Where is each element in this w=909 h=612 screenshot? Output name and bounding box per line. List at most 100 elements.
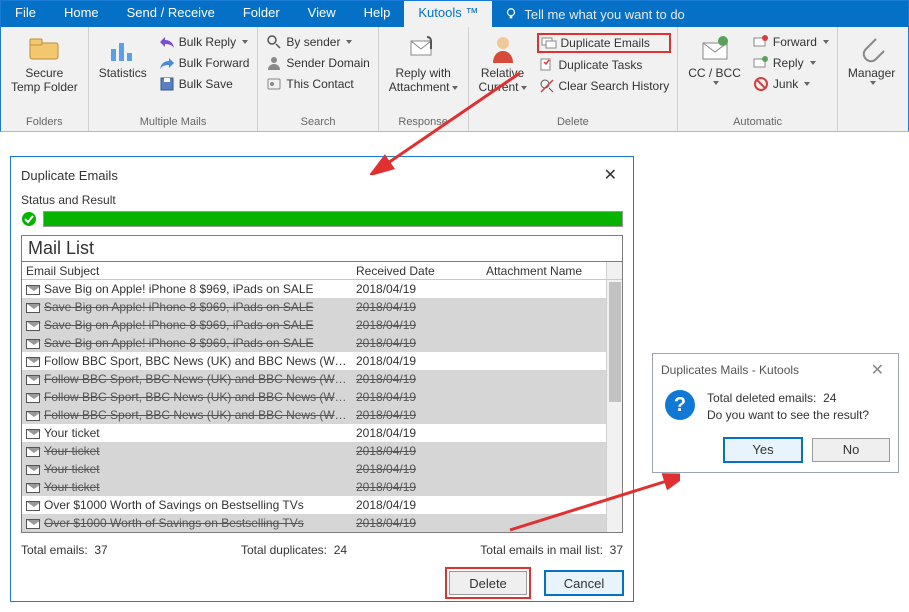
cancel-button[interactable]: Cancel [545,571,623,595]
dialog-titlebar: Duplicate Emails ✕ [21,163,623,187]
tab-help[interactable]: Help [350,1,405,27]
msgbox-title: Duplicates Mails - Kutools [661,363,799,377]
tab-kutools[interactable]: Kutools ™ [404,1,492,27]
table-row[interactable]: Your ticket2018/04/19 [22,424,622,442]
envelope-icon [26,501,40,511]
no-button[interactable]: No [812,438,890,462]
row-subject: Over $1000 Worth of Savings on Bestselli… [44,516,304,530]
close-icon[interactable]: ✕ [865,360,890,380]
envelope-icon [26,519,40,529]
envelope-icon [26,411,40,421]
reply-attachment-icon [407,33,439,65]
close-icon[interactable]: ✕ [598,165,623,185]
by-sender-button[interactable]: By sender [264,33,371,51]
table-row[interactable]: Follow BBC Sport, BBC News (UK) and BBC … [22,370,622,388]
table-row[interactable]: Your ticket2018/04/19 [22,442,622,460]
table-row[interactable]: Follow BBC Sport, BBC News (UK) and BBC … [22,388,622,406]
envelope-icon [26,303,40,313]
envelope-icon [26,429,40,439]
auto-forward-button[interactable]: Forward [751,33,831,51]
group-multiple-mails: Statistics Bulk Reply Bulk Forward Bulk … [89,27,259,131]
tab-send-receive[interactable]: Send / Receive [113,1,229,27]
row-date: 2018/04/19 [352,318,482,332]
grid-body[interactable]: Save Big on Apple! iPhone 8 $969, iPads … [22,280,622,532]
row-subject: Save Big on Apple! iPhone 8 $969, iPads … [44,282,314,296]
msgbox-buttons: Yes No [661,438,890,462]
row-date: 2018/04/19 [352,354,482,368]
row-subject: Follow BBC Sport, BBC News (UK) and BBC … [44,390,352,404]
table-row[interactable]: Save Big on Apple! iPhone 8 $969, iPads … [22,298,622,316]
reply-with-attachment-button[interactable]: Reply with Attachment [385,31,462,97]
statistics-button[interactable]: Statistics [95,31,151,83]
bulk-save-button[interactable]: Bulk Save [157,75,252,93]
table-row[interactable]: Save Big on Apple! iPhone 8 $969, iPads … [22,316,622,334]
row-subject: Follow BBC Sport, BBC News (UK) and BBC … [44,354,352,368]
col-date-header[interactable]: Received Date [352,264,482,278]
row-date: 2018/04/19 [352,408,482,422]
tab-view[interactable]: View [294,1,350,27]
col-attachment-header[interactable]: Attachment Name [482,264,606,278]
tell-me-label: Tell me what you want to do [524,7,684,22]
table-row[interactable]: Follow BBC Sport, BBC News (UK) and BBC … [22,352,622,370]
clear-history-icon [539,78,555,94]
row-subject: Save Big on Apple! iPhone 8 $969, iPads … [44,318,314,332]
table-row[interactable]: Your ticket2018/04/19 [22,460,622,478]
tab-folder[interactable]: Folder [229,1,294,27]
yes-button[interactable]: Yes [724,438,802,462]
msgbox-body: ? Total deleted emails: 24 Do you want t… [661,380,890,438]
table-row[interactable]: Save Big on Apple! iPhone 8 $969, iPads … [22,334,622,352]
dropdown-caret-icon [346,40,352,44]
col-subject-header[interactable]: Email Subject [22,264,352,278]
group-delete: Relative Current Duplicate Emails Duplic… [469,27,679,131]
row-subject: Follow BBC Sport, BBC News (UK) and BBC … [44,372,352,386]
group-folders-label: Folders [7,114,82,131]
mail-list-title: Mail List [22,236,622,262]
envelope-icon [26,375,40,385]
bulk-forward-button[interactable]: Bulk Forward [157,54,252,72]
contact-icon [266,76,282,92]
forward-icon [753,34,769,50]
row-date: 2018/04/19 [352,282,482,296]
delete-button[interactable]: Delete [449,571,527,595]
table-row[interactable]: Over $1000 Worth of Savings on Bestselli… [22,496,622,514]
reply-icon [753,55,769,71]
status-label: Status and Result [21,193,623,207]
relative-current-button[interactable]: Relative Current [475,31,531,97]
total-in-list: Total emails in mail list: 37 [480,543,623,557]
bulk-reply-button[interactable]: Bulk Reply [157,33,252,51]
group-multiple-label: Multiple Mails [95,114,252,131]
dialog-title: Duplicate Emails [21,168,118,183]
auto-reply-button[interactable]: Reply [751,54,831,72]
group-folders: Secure Temp Folder Folders [1,27,89,131]
table-row[interactable]: Save Big on Apple! iPhone 8 $969, iPads … [22,280,622,298]
envelope-icon [26,465,40,475]
grid-header: Email Subject Received Date Attachment N… [22,262,622,280]
clear-search-history-button[interactable]: Clear Search History [537,77,672,95]
table-row[interactable]: Over $1000 Worth of Savings on Bestselli… [22,514,622,532]
row-date: 2018/04/19 [352,444,482,458]
table-row[interactable]: Your ticket2018/04/19 [22,478,622,496]
duplicate-emails-button[interactable]: Duplicate Emails [537,33,672,53]
row-subject: Over $1000 Worth of Savings on Bestselli… [44,498,304,512]
row-date: 2018/04/19 [352,480,482,494]
auto-junk-button[interactable]: Junk [751,75,831,93]
dropdown-caret-icon [804,82,810,86]
sender-domain-button[interactable]: Sender Domain [264,54,371,72]
envelope-icon [26,483,40,493]
tab-strip: File Home Send / Receive Folder View Hel… [1,1,908,27]
scrollbar-thumb[interactable] [609,282,621,402]
secure-temp-folder-button[interactable]: Secure Temp Folder [7,31,82,97]
duplicate-tasks-button[interactable]: Duplicate Tasks [537,56,672,74]
scrollbar[interactable] [606,280,622,532]
cc-bcc-button[interactable]: CC / BCC [684,31,745,87]
row-subject: Follow BBC Sport, BBC News (UK) and BBC … [44,408,352,422]
envelope-icon [26,357,40,367]
tab-file[interactable]: File [1,1,50,27]
table-row[interactable]: Follow BBC Sport, BBC News (UK) and BBC … [22,406,622,424]
manager-button[interactable]: Manager [844,31,899,87]
ribbon-body: Secure Temp Folder Folders Statistics Bu… [1,27,908,131]
this-contact-button[interactable]: This Contact [264,75,371,93]
envelope-icon [26,321,40,331]
tell-me-search[interactable]: Tell me what you want to do [492,1,696,27]
tab-home[interactable]: Home [50,1,113,27]
